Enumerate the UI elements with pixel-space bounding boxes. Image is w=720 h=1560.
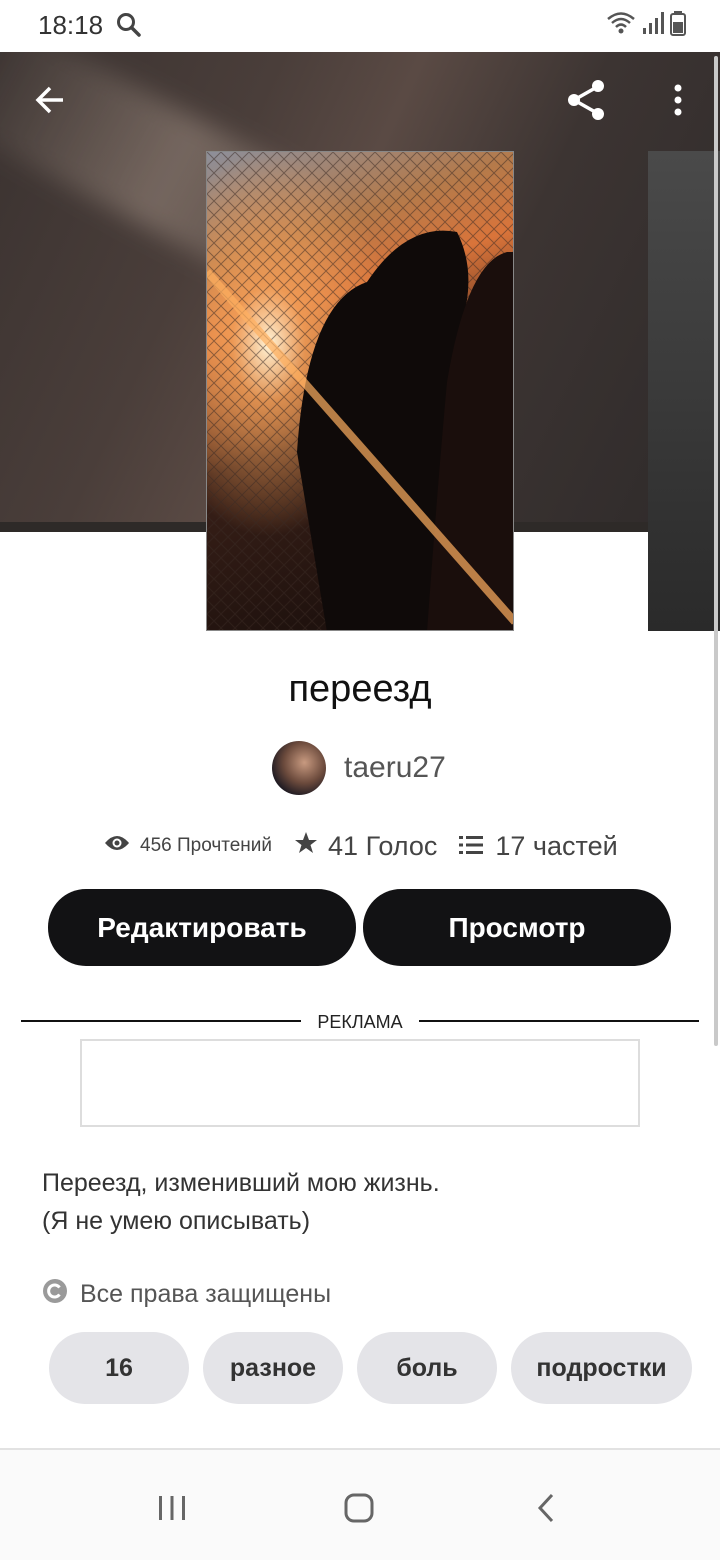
more-vert-icon — [672, 83, 684, 122]
edit-button[interactable]: Редактировать — [48, 889, 356, 966]
tag-list: 16 разное боль подростки — [49, 1332, 692, 1404]
back-button[interactable] — [22, 74, 78, 130]
tag-chip[interactable]: боль — [357, 1332, 497, 1404]
home-icon — [343, 1492, 375, 1529]
search-icon — [116, 12, 142, 38]
share-button[interactable] — [558, 74, 614, 130]
list-icon — [459, 831, 484, 862]
parts-stat: 17 частей — [459, 830, 618, 862]
system-nav-bar — [0, 1450, 720, 1560]
signal-icon — [642, 11, 664, 40]
chevron-left-icon — [536, 1492, 556, 1529]
home-button[interactable] — [329, 1480, 389, 1540]
story-description: Переезд, изменивший мою жизнь. (Я не уме… — [42, 1164, 440, 1240]
arrow-left-icon — [33, 83, 67, 122]
tag-chip[interactable]: разное — [203, 1332, 343, 1404]
story-cover[interactable] — [206, 151, 514, 631]
battery-icon — [670, 10, 686, 41]
star-icon — [294, 831, 318, 862]
recent-apps-icon — [157, 1494, 187, 1527]
tag-chip[interactable]: подростки — [511, 1332, 692, 1404]
story-title: переезд — [288, 668, 432, 710]
view-button[interactable]: Просмотр — [363, 889, 671, 966]
ad-divider-left — [21, 1020, 301, 1022]
votes-count: 41 Голос — [328, 830, 438, 861]
status-bar: 18:18 — [0, 0, 720, 52]
scrollbar[interactable] — [714, 56, 718, 1046]
status-time: 18:18 — [38, 10, 104, 40]
votes-stat: 41 Голос — [294, 831, 437, 862]
more-button[interactable] — [650, 74, 706, 130]
share-icon — [564, 78, 608, 127]
copyright-row: Все права защищены — [42, 1278, 331, 1311]
story-stats: 456 Прочтений 41 Голос 17 частей — [104, 826, 618, 866]
author-row[interactable]: taeru27 — [272, 741, 446, 795]
cover-artwork — [207, 152, 513, 630]
description-line: Переезд, изменивший мою жизнь. — [42, 1169, 440, 1197]
description-line: (Я не умею описывать) — [42, 1207, 311, 1235]
recent-apps-button[interactable] — [142, 1480, 202, 1540]
copyright-icon — [42, 1278, 68, 1311]
ad-slot[interactable] — [80, 1039, 640, 1127]
copyright-label: Все права защищены — [80, 1280, 332, 1308]
system-back-button[interactable] — [516, 1480, 576, 1540]
wifi-icon — [606, 10, 636, 41]
status-icons — [606, 10, 686, 41]
eye-icon — [104, 833, 130, 859]
reads-count: 456 Прочтений — [140, 835, 273, 856]
author-name[interactable]: taeru27 — [344, 751, 446, 785]
ad-label: РЕКЛАМА — [317, 1012, 403, 1032]
avatar[interactable] — [272, 741, 326, 795]
reads-stat: 456 Прочтений — [104, 833, 272, 859]
ad-divider-right — [419, 1020, 699, 1022]
tag-chip[interactable]: 16 — [49, 1332, 189, 1404]
parts-count: 17 частей — [495, 830, 618, 861]
next-story-cover[interactable] — [648, 151, 720, 631]
